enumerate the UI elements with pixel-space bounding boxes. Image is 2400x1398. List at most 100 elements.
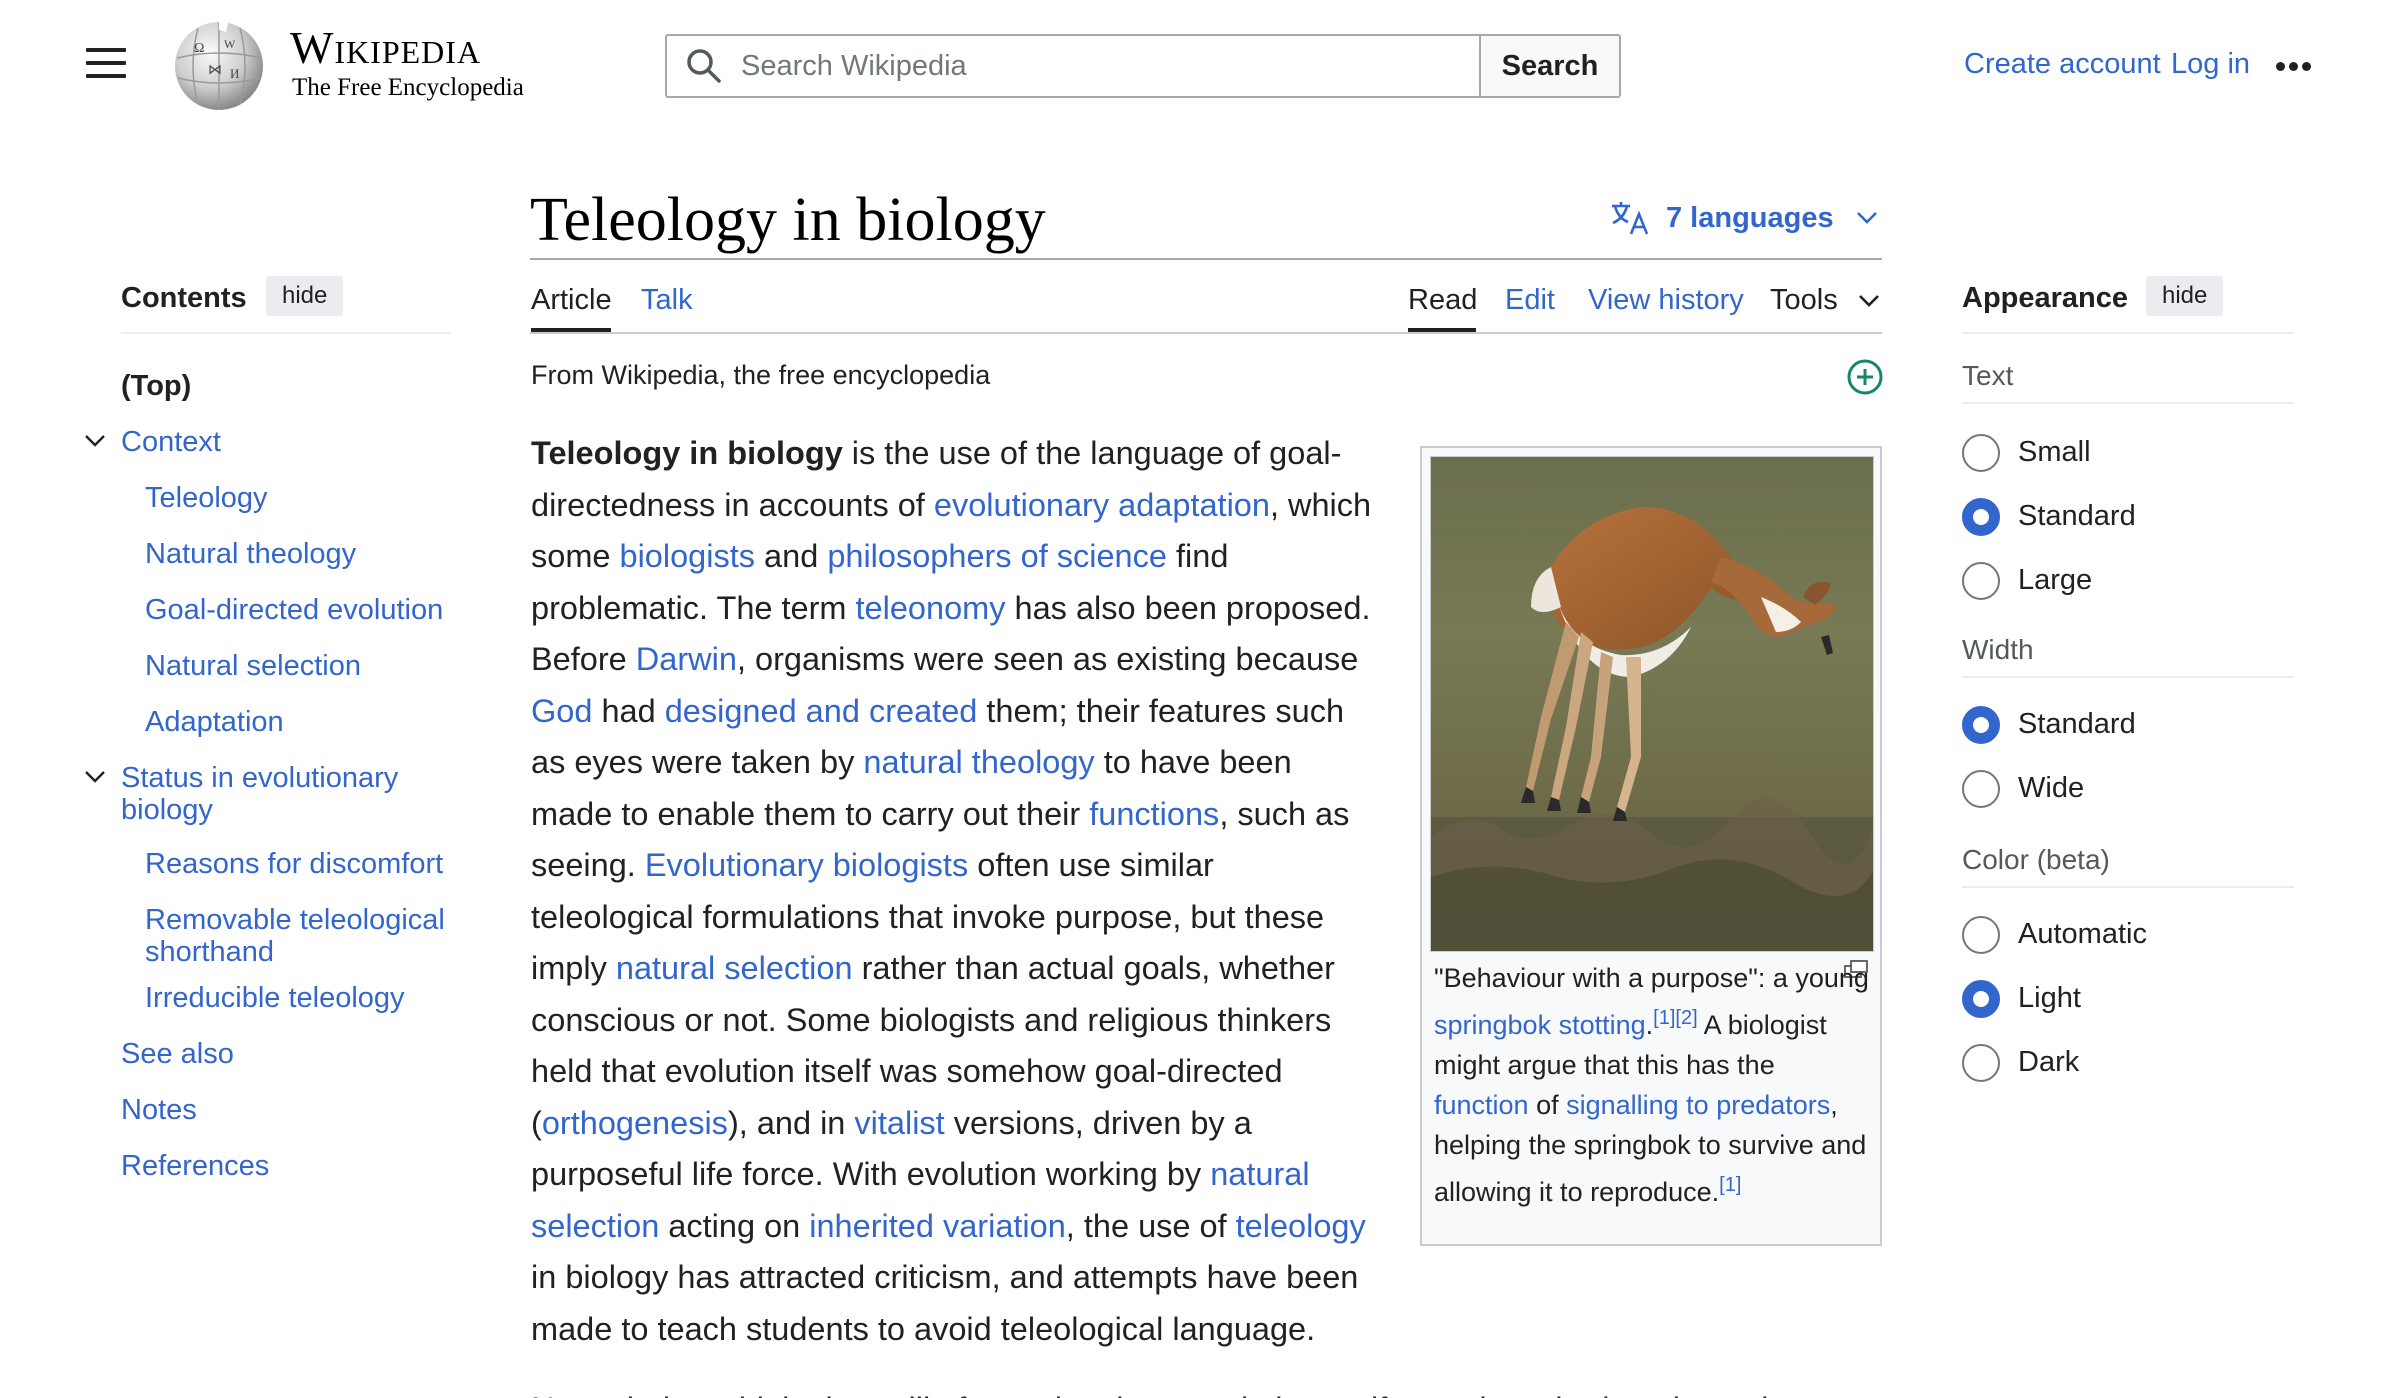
- radio-button[interactable]: [1962, 916, 2000, 954]
- radio-button[interactable]: [1962, 770, 2000, 808]
- text-run: [1551, 1010, 1559, 1040]
- toc-item[interactable]: References: [121, 1150, 421, 1182]
- next-paragraph: Nevertheless, biologists still often wri…: [531, 1384, 1861, 1398]
- toc-item[interactable]: Adaptation: [145, 706, 455, 738]
- add-topic-icon[interactable]: [1846, 358, 1884, 396]
- tab-talk[interactable]: Talk: [641, 284, 693, 317]
- tab-view-history[interactable]: View history: [1588, 284, 1744, 317]
- toc-divider: [121, 332, 451, 334]
- toc-item-label: References: [121, 1150, 270, 1182]
- article-link[interactable]: philosophers of science: [827, 538, 1167, 574]
- article-link[interactable]: God: [531, 693, 592, 729]
- tab-edit[interactable]: Edit: [1505, 284, 1555, 317]
- radio-button[interactable]: [1962, 562, 2000, 600]
- radio-label[interactable]: Dark: [2018, 1046, 2079, 1079]
- article-link[interactable]: teleology: [1236, 1208, 1366, 1244]
- article-link[interactable]: springbok: [1434, 1010, 1551, 1040]
- appearance-section-heading: Text: [1962, 360, 2014, 391]
- toc-item-label: See also: [121, 1038, 234, 1070]
- article-link[interactable]: signalling to predators: [1566, 1090, 1830, 1120]
- tools-menu[interactable]: Tools: [1770, 284, 1880, 317]
- radio-label[interactable]: Wide: [2018, 772, 2084, 805]
- article-link[interactable]: orthogenesis: [542, 1105, 728, 1141]
- search-button[interactable]: Search: [1479, 34, 1621, 98]
- log-in-link[interactable]: Log in: [2171, 48, 2250, 81]
- languages-label: 7 languages: [1666, 201, 1834, 234]
- toc-item[interactable]: Reasons for discomfort: [145, 848, 455, 880]
- toc-item[interactable]: Irreducible teleology: [145, 982, 455, 1014]
- radio-label[interactable]: Large: [2018, 564, 2092, 597]
- search-field[interactable]: [665, 34, 1481, 98]
- appearance-hide-button[interactable]: hide: [2146, 276, 2224, 316]
- appearance-section-divider: [1962, 886, 2294, 888]
- radio-button[interactable]: [1962, 1044, 2000, 1082]
- article-link[interactable]: evolutionary adaptation: [934, 487, 1270, 523]
- article-link[interactable]: natural selection: [616, 950, 853, 986]
- wikipedia-wordmark[interactable]: Wikipedia The Free Encyclopedia: [290, 22, 524, 102]
- appearance-section-heading: Color (beta): [1962, 844, 2110, 875]
- infobox-figure: "Behaviour with a purpose": a young spri…: [1420, 446, 1882, 1246]
- main-menu-button[interactable]: [86, 48, 126, 80]
- chevron-down-icon[interactable]: [84, 434, 106, 453]
- toc-item-label: Irreducible teleology: [145, 982, 405, 1014]
- wikipedia-globe-logo[interactable]: Ω W ⋈ И: [168, 18, 270, 112]
- article-link[interactable]: inherited variation: [809, 1208, 1066, 1244]
- citation-link[interactable]: [2]: [1675, 1007, 1697, 1029]
- article-link[interactable]: Darwin: [636, 641, 737, 677]
- radio-label[interactable]: Light: [2018, 982, 2081, 1015]
- appearance-divider: [1962, 332, 2294, 334]
- citation-link[interactable]: [1]: [1719, 1174, 1741, 1196]
- radio-label[interactable]: Standard: [2018, 500, 2136, 533]
- toc-item-label: Natural selection: [145, 650, 361, 682]
- radio-button[interactable]: [1962, 434, 2000, 472]
- toc-item[interactable]: Goal-directed evolution: [145, 594, 455, 626]
- create-account-link[interactable]: Create account: [1964, 48, 2161, 81]
- search-icon: [687, 49, 721, 83]
- toc-item[interactable]: Status in evolutionary biology: [121, 762, 421, 826]
- article-link[interactable]: stotting: [1559, 1010, 1646, 1040]
- toc-item[interactable]: See also: [121, 1038, 421, 1070]
- languages-button[interactable]: 7 languages: [1610, 200, 1878, 236]
- article-link[interactable]: designed and created: [665, 693, 978, 729]
- toc-item[interactable]: Context: [121, 426, 421, 458]
- translate-icon: [1612, 202, 1649, 235]
- lead-paragraph: Teleology in biology is the use of the l…: [531, 428, 1379, 1355]
- chevron-down-icon: [1856, 212, 1877, 224]
- radio-button[interactable]: [1962, 980, 2000, 1018]
- radio-label[interactable]: Standard: [2018, 708, 2136, 741]
- chevron-down-icon[interactable]: [84, 770, 106, 789]
- article-link[interactable]: biologists: [620, 538, 756, 574]
- citation-link[interactable]: [1]: [1653, 1007, 1675, 1029]
- toc-item-label: Notes: [121, 1094, 197, 1126]
- svg-text:W: W: [224, 37, 236, 51]
- radio-label[interactable]: Small: [2018, 436, 2091, 469]
- toc-item[interactable]: Natural selection: [145, 650, 455, 682]
- toc-item-label: Goal-directed evolution: [145, 594, 444, 626]
- radio-button[interactable]: [1962, 498, 2000, 536]
- text-run: , the use of: [1065, 1207, 1236, 1244]
- article-link[interactable]: vitalist: [854, 1105, 944, 1141]
- appearance-section-divider: [1962, 676, 2294, 678]
- springbok-image[interactable]: [1430, 456, 1874, 952]
- article-link[interactable]: teleonomy: [856, 590, 1006, 626]
- svg-text:⋈: ⋈: [208, 63, 222, 78]
- more-options-icon[interactable]: [2276, 58, 2318, 71]
- toc-item[interactable]: Notes: [121, 1094, 421, 1126]
- search-input[interactable]: [741, 49, 1441, 83]
- tab-read[interactable]: Read: [1408, 284, 1477, 317]
- toc-hide-button[interactable]: hide: [266, 276, 344, 316]
- article-link[interactable]: natural theology: [863, 744, 1094, 780]
- article-link[interactable]: function: [1434, 1090, 1529, 1120]
- toc-item[interactable]: Removable teleological shorthand: [145, 904, 455, 968]
- toc-item[interactable]: Teleology: [145, 482, 455, 514]
- article-link[interactable]: Evolutionary biologists: [645, 847, 968, 883]
- toc-item[interactable]: Natural theology: [145, 538, 455, 570]
- tab-article[interactable]: Article: [531, 284, 612, 317]
- article-link[interactable]: functions: [1089, 796, 1219, 832]
- text-run: in biology has attracted criticism, and …: [531, 1259, 1359, 1347]
- toc-item[interactable]: (Top): [121, 370, 421, 402]
- toc-item-label: Status in evolutionary biology: [121, 762, 399, 826]
- radio-button[interactable]: [1962, 706, 2000, 744]
- radio-label[interactable]: Automatic: [2018, 918, 2147, 951]
- toc-item-label: Teleology: [145, 482, 268, 514]
